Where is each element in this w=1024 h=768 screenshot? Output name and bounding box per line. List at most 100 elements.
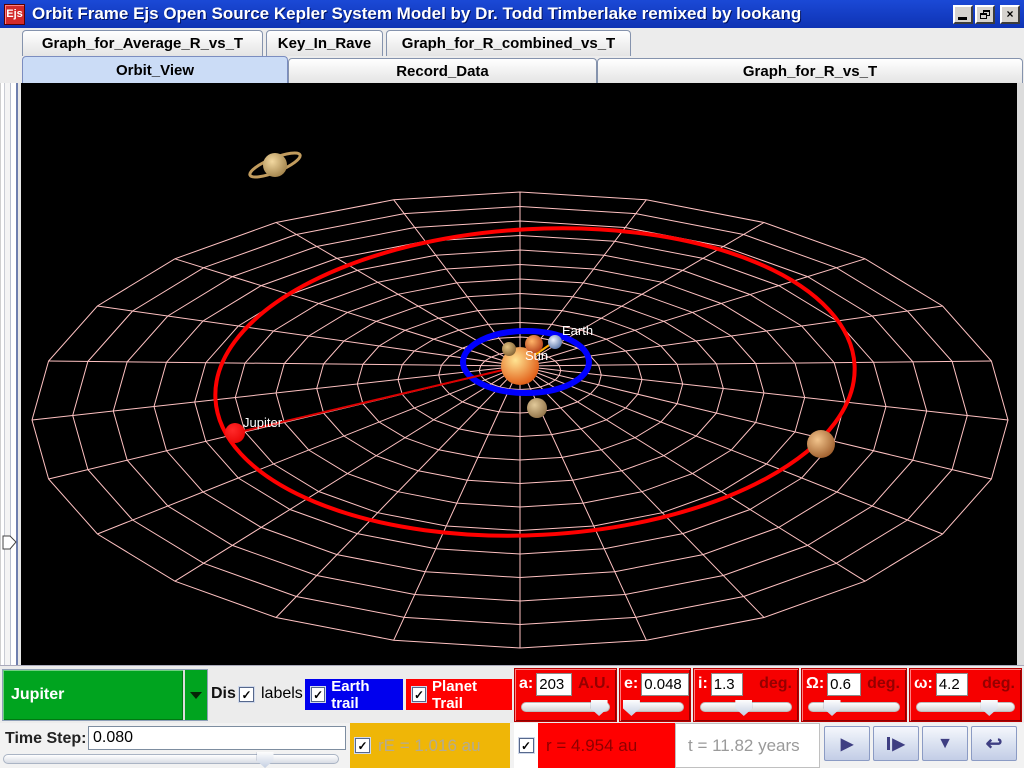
- reset-button[interactable]: ↩: [971, 726, 1017, 761]
- tab-record-data[interactable]: Record_Data: [288, 58, 597, 83]
- planet-radius-checkbox[interactable]: ✓: [519, 738, 534, 753]
- param-panel-eccentricity: e:: [619, 668, 691, 722]
- param-omega-uc-slider[interactable]: [808, 702, 900, 712]
- chevron-down-icon: ▼: [937, 735, 953, 753]
- parameter-controls-bar: Jupiter Dis ✓ labels ✓ Earth trail ✓ Pla…: [0, 665, 1024, 723]
- labels-checkbox-label: labels: [261, 685, 303, 703]
- venus[interactable]: [527, 398, 547, 418]
- time-readout-panel: t = 11.82 years: [675, 723, 820, 768]
- param-panel-arg-perihelion: ω: deg.: [909, 668, 1022, 722]
- checkmark-icon: ✓: [357, 740, 367, 752]
- step-bar-icon: [887, 737, 890, 750]
- checkmark-icon: ✓: [521, 740, 531, 752]
- planet-trail-checkbox[interactable]: ✓: [412, 687, 426, 702]
- tab-graph-average-r-vs-t[interactable]: Graph_for_Average_R_vs_T: [22, 30, 263, 56]
- tab-graph-r-combined-vs-t[interactable]: Graph_for_R_combined_vs_T: [386, 30, 631, 56]
- param-a-unit: A.U.: [578, 675, 612, 693]
- jupiter-image[interactable]: [807, 430, 835, 458]
- planet-selector[interactable]: Jupiter: [2, 669, 208, 721]
- param-a-slider[interactable]: [521, 702, 610, 712]
- planet-trail-label: Planet Trail: [432, 678, 506, 712]
- param-a-slider-thumb[interactable]: [591, 700, 608, 716]
- time-step-label: Time Step:: [5, 730, 87, 748]
- jupiter-marker[interactable]: [225, 423, 245, 443]
- param-a-label: a:: [519, 675, 533, 693]
- param-e-slider[interactable]: [626, 702, 684, 712]
- param-e-slider-thumb[interactable]: [623, 700, 640, 716]
- time-step-slider[interactable]: [3, 754, 339, 764]
- earth[interactable]: [548, 335, 562, 349]
- earth-radius-readout-panel: ✓ rE = 1.016 au: [350, 723, 510, 768]
- restore-icon: [980, 10, 990, 19]
- param-omega-lc-slider-thumb[interactable]: [981, 700, 998, 716]
- param-omega-lc-unit: deg.: [982, 675, 1017, 693]
- time-step-field[interactable]: [88, 726, 346, 750]
- close-button[interactable]: ×: [1000, 5, 1020, 24]
- param-e-field[interactable]: [641, 673, 689, 696]
- param-omega-lc-slider[interactable]: [916, 702, 1015, 712]
- minimize-button[interactable]: [953, 5, 973, 24]
- jupiter-marker-label: Jupiter: [243, 415, 283, 430]
- tab-key-in-rave[interactable]: Key_In_Rave: [266, 30, 383, 56]
- labels-checkbox[interactable]: ✓: [239, 687, 254, 702]
- param-omega-lc-label: ω:: [914, 675, 933, 693]
- step-button[interactable]: ▶: [873, 726, 919, 761]
- param-omega-uc-label: Ω:: [806, 675, 824, 693]
- param-omega-uc-field[interactable]: [827, 673, 861, 696]
- orbit-view-canvas[interactable]: SunEarthJupiter: [21, 83, 1017, 665]
- main-area: SunEarthJupiter: [0, 83, 1024, 665]
- playback-bar: Time Step: ✓ rE = 1.016 au ✓ r = 4.954 a…: [0, 723, 1024, 768]
- param-panel-semimajor-axis: a: A.U.: [514, 668, 617, 722]
- param-i-label: i:: [698, 675, 708, 693]
- app-window: Ejs Orbit Frame Ejs Open Source Kepler S…: [0, 0, 1024, 768]
- ejs-app-icon: Ejs: [4, 4, 25, 25]
- display-label: Dis: [211, 685, 237, 703]
- polar-grid: [32, 192, 1008, 648]
- earth-label: Earth: [562, 323, 593, 338]
- earth-trail-checkbox[interactable]: ✓: [311, 687, 325, 702]
- more-options-button[interactable]: ▼: [922, 726, 968, 761]
- param-e-label: e:: [624, 675, 638, 693]
- mercury[interactable]: [502, 342, 516, 356]
- param-omega-uc-slider-thumb[interactable]: [824, 700, 841, 716]
- param-i-unit: deg.: [759, 675, 794, 693]
- tab-row-graphs: Graph_for_Average_R_vs_T Key_In_Rave Gra…: [0, 28, 1024, 56]
- split-divider[interactable]: [0, 83, 21, 665]
- saturn[interactable]: [263, 153, 287, 177]
- restore-button[interactable]: [975, 5, 995, 24]
- param-panel-ascending-node: Ω: deg.: [801, 668, 907, 722]
- earth-trail-panel: ✓ Earth trail: [305, 679, 403, 710]
- earth-trail-label: Earth trail: [331, 678, 397, 712]
- orbit-canvas-svg: SunEarthJupiter: [21, 83, 1017, 665]
- param-omega-uc-unit: deg.: [867, 675, 902, 693]
- right-border-strip: [1017, 83, 1024, 665]
- tab-orbit-view[interactable]: Orbit_View: [22, 56, 288, 83]
- tab-graph-r-vs-t[interactable]: Graph_for_R_vs_T: [597, 58, 1023, 83]
- title-bar[interactable]: Ejs Orbit Frame Ejs Open Source Kepler S…: [0, 0, 1024, 28]
- param-i-field[interactable]: [711, 673, 743, 696]
- expand-panel-arrow-icon[interactable]: [2, 533, 18, 553]
- tab-row-views: Orbit_View Record_Data Graph_for_R_vs_T: [0, 56, 1024, 83]
- checkmark-icon: ✓: [414, 689, 424, 701]
- earth-radius-checkbox[interactable]: ✓: [355, 738, 370, 753]
- playback-buttons: ▶ ▶ ▼ ↩: [824, 726, 1017, 761]
- checkmark-icon: ✓: [313, 689, 323, 701]
- minimize-icon: [958, 17, 967, 20]
- param-a-field[interactable]: [536, 673, 572, 696]
- param-omega-lc-field[interactable]: [936, 673, 968, 696]
- param-i-slider-thumb[interactable]: [735, 700, 752, 716]
- planet-selector-value: Jupiter: [3, 670, 183, 720]
- window-title: Orbit Frame Ejs Open Source Kepler Syste…: [32, 4, 953, 24]
- time-readout: t = 11.82 years: [688, 736, 800, 756]
- reset-icon: ↩: [986, 731, 1003, 756]
- step-play-icon: ▶: [892, 734, 904, 754]
- time-step-slider-thumb[interactable]: [257, 752, 274, 768]
- play-icon: ▶: [841, 734, 853, 754]
- play-button[interactable]: ▶: [824, 726, 870, 761]
- param-i-slider[interactable]: [700, 702, 792, 712]
- dropdown-arrow-icon: [190, 692, 202, 699]
- earth-radius-readout: rE = 1.016 au: [378, 736, 481, 756]
- param-panel-inclination: i: deg.: [693, 668, 799, 722]
- planet-selector-arrow-button[interactable]: [183, 670, 207, 720]
- planet-radius-checkbox-wrap: ✓: [514, 723, 538, 768]
